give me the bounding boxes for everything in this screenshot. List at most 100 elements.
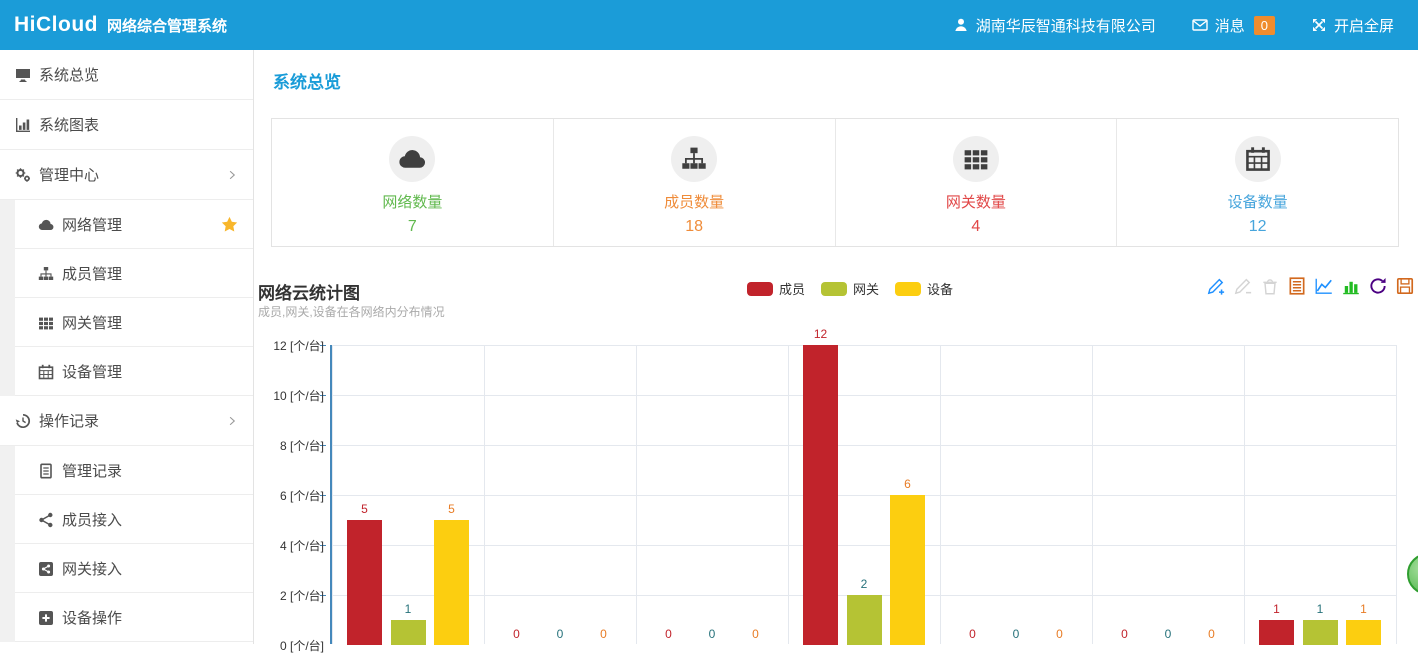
bar-成员-4[interactable] [803,345,838,645]
sidebar-item-member-management[interactable]: 成员管理 [0,249,253,298]
legend-item-gateways[interactable]: 网关 [821,279,879,298]
bar-网关-4[interactable] [847,595,882,645]
cloud-icon [38,217,54,233]
bar-value-label: 0 [1143,627,1193,641]
bar-value-label: 2 [839,577,889,591]
messages-button[interactable]: 消息 0 [1192,15,1275,36]
sidebar-item-member-access[interactable]: 成员接入 [0,495,253,544]
favorite-star-icon[interactable] [221,216,238,233]
save-image-icon[interactable] [1395,276,1415,296]
sidebar-item-label: 管理记录 [62,460,122,481]
bar-网关-1[interactable] [391,620,426,645]
bar-value-label: 0 [1100,627,1150,641]
stat-value: 18 [685,218,703,236]
gridline-vertical [1396,345,1397,644]
axis-tick [320,345,326,346]
sidebar-item-gateway-management[interactable]: 网关管理 [0,298,253,347]
fullscreen-button[interactable]: 开启全屏 [1311,15,1394,36]
bar-value-label: 6 [883,477,933,491]
calendar-icon [38,364,54,380]
bar-设备-1[interactable] [434,520,469,645]
bar-value-label: 1 [1252,602,1302,616]
bar-chart-type-icon[interactable] [1341,276,1361,296]
legend-swatch [895,282,921,296]
bar-成员-7[interactable] [1259,620,1294,645]
legend-item-devices[interactable]: 设备 [895,279,953,298]
sidebar-item-label: 操作记录 [39,410,99,431]
page-title: 系统总览 [273,68,341,93]
bar-value-label: 0 [1187,627,1237,641]
restore-icon[interactable] [1368,276,1388,296]
gridline-vertical [788,345,789,644]
bar-value-label: 1 [1339,602,1389,616]
axis-tick [320,395,326,396]
sidebar-item-operation-records[interactable]: 操作记录 [0,396,253,446]
top-header-bar: HiCloud 网络综合管理系统 湖南华辰智通科技有限公司 消息 0 开启全屏 [0,0,1418,50]
gridline-horizontal [332,495,1396,496]
document-icon [38,463,54,479]
logo-text: HiCloud [14,13,98,37]
gridline-vertical [1244,345,1245,644]
gridline-vertical [1092,345,1093,644]
sidebar-item-label: 管理中心 [39,164,99,185]
bar-value-label: 5 [340,502,390,516]
stat-card-members: 成员数量 18 [554,119,836,246]
company-name: 湖南华辰智通科技有限公司 [976,15,1156,36]
stat-card-networks: 网络数量 7 [272,119,554,246]
gridline-vertical [636,345,637,644]
remove-mark-icon[interactable] [1233,276,1253,296]
bar-value-label: 0 [579,627,629,641]
clear-mark-icon[interactable] [1260,276,1280,296]
stat-card-gateways: 网关数量 4 [836,119,1118,246]
share-icon [38,512,54,528]
sidebar-item-management-records[interactable]: 管理记录 [0,446,253,495]
bar-设备-7[interactable] [1346,620,1381,645]
sidebar-item-device-operations[interactable]: 设备操作 [0,593,253,642]
sidebar-item-gateway-access[interactable]: 网关接入 [0,544,253,593]
floating-help-button[interactable] [1407,553,1418,595]
bar-成员-1[interactable] [347,520,382,645]
stat-label: 网关数量 [946,191,1006,212]
legend-swatch [747,282,773,296]
axis-tick [320,445,326,446]
legend-label: 成员 [779,279,805,298]
sidebar-nav: 系统总览 系统图表 管理中心 网络管理 成员管理 网 [0,50,254,644]
bar-网关-7[interactable] [1303,620,1338,645]
sidebar-item-device-management[interactable]: 设备管理 [0,347,253,396]
legend-item-members[interactable]: 成员 [747,279,805,298]
stat-value: 12 [1249,218,1267,236]
bar-value-label: 0 [1035,627,1085,641]
sidebar-item-management-center[interactable]: 管理中心 [0,150,253,200]
sidebar-item-network-management[interactable]: 网络管理 [0,200,253,249]
messages-label: 消息 [1215,15,1245,36]
chart-legend: 成员 网关 设备 [747,279,953,298]
data-view-icon[interactable] [1287,276,1307,296]
legend-label: 网关 [853,279,879,298]
sitemap-icon [38,266,54,282]
gridline-vertical [484,345,485,644]
bar-value-label: 0 [731,627,781,641]
company-account[interactable]: 湖南华辰智通科技有限公司 [953,15,1156,36]
calendar-icon [1245,146,1271,172]
stat-label: 网络数量 [382,191,442,212]
axis-tick [320,495,326,496]
sidebar-item-system-charts[interactable]: 系统图表 [0,100,253,150]
bar-value-label: 0 [492,627,542,641]
bar-value-label: 0 [948,627,998,641]
gridline-horizontal [332,345,1396,346]
sidebar-item-system-overview[interactable]: 系统总览 [0,50,253,100]
gridline-vertical [940,345,941,644]
fullscreen-label: 开启全屏 [1334,15,1394,36]
bar-value-label: 0 [991,627,1041,641]
chart-title: 网络云统计图 [258,279,360,304]
gridline-horizontal [332,545,1396,546]
bar-设备-4[interactable] [890,495,925,645]
sidebar-item-label: 系统总览 [39,64,99,85]
envelope-icon [1192,17,1208,33]
add-mark-icon[interactable] [1206,276,1226,296]
chevron-right-icon [226,169,238,181]
bar-chart-icon [15,117,31,133]
line-chart-type-icon[interactable] [1314,276,1334,296]
bar-value-label: 1 [1295,602,1345,616]
app-logo[interactable]: HiCloud 网络综合管理系统 [14,13,227,37]
